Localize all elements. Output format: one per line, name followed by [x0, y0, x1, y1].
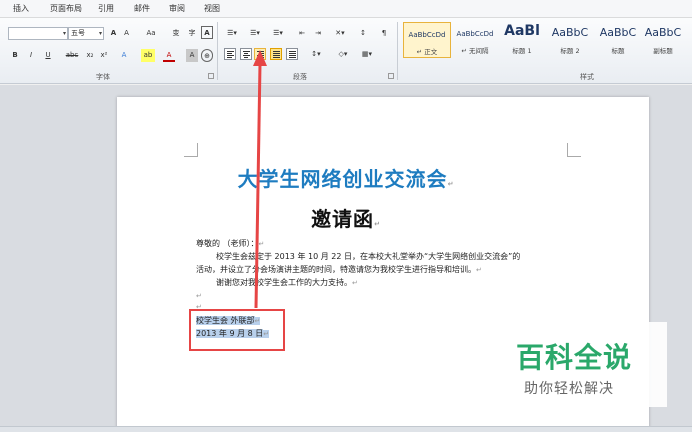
watermark-logo: 百科全说 助你轻松解决 — [510, 322, 667, 407]
watermark-sub: 助你轻松解决 — [524, 381, 614, 397]
status-bar — [0, 426, 692, 432]
watermark-main: 百科全说 — [516, 341, 633, 374]
